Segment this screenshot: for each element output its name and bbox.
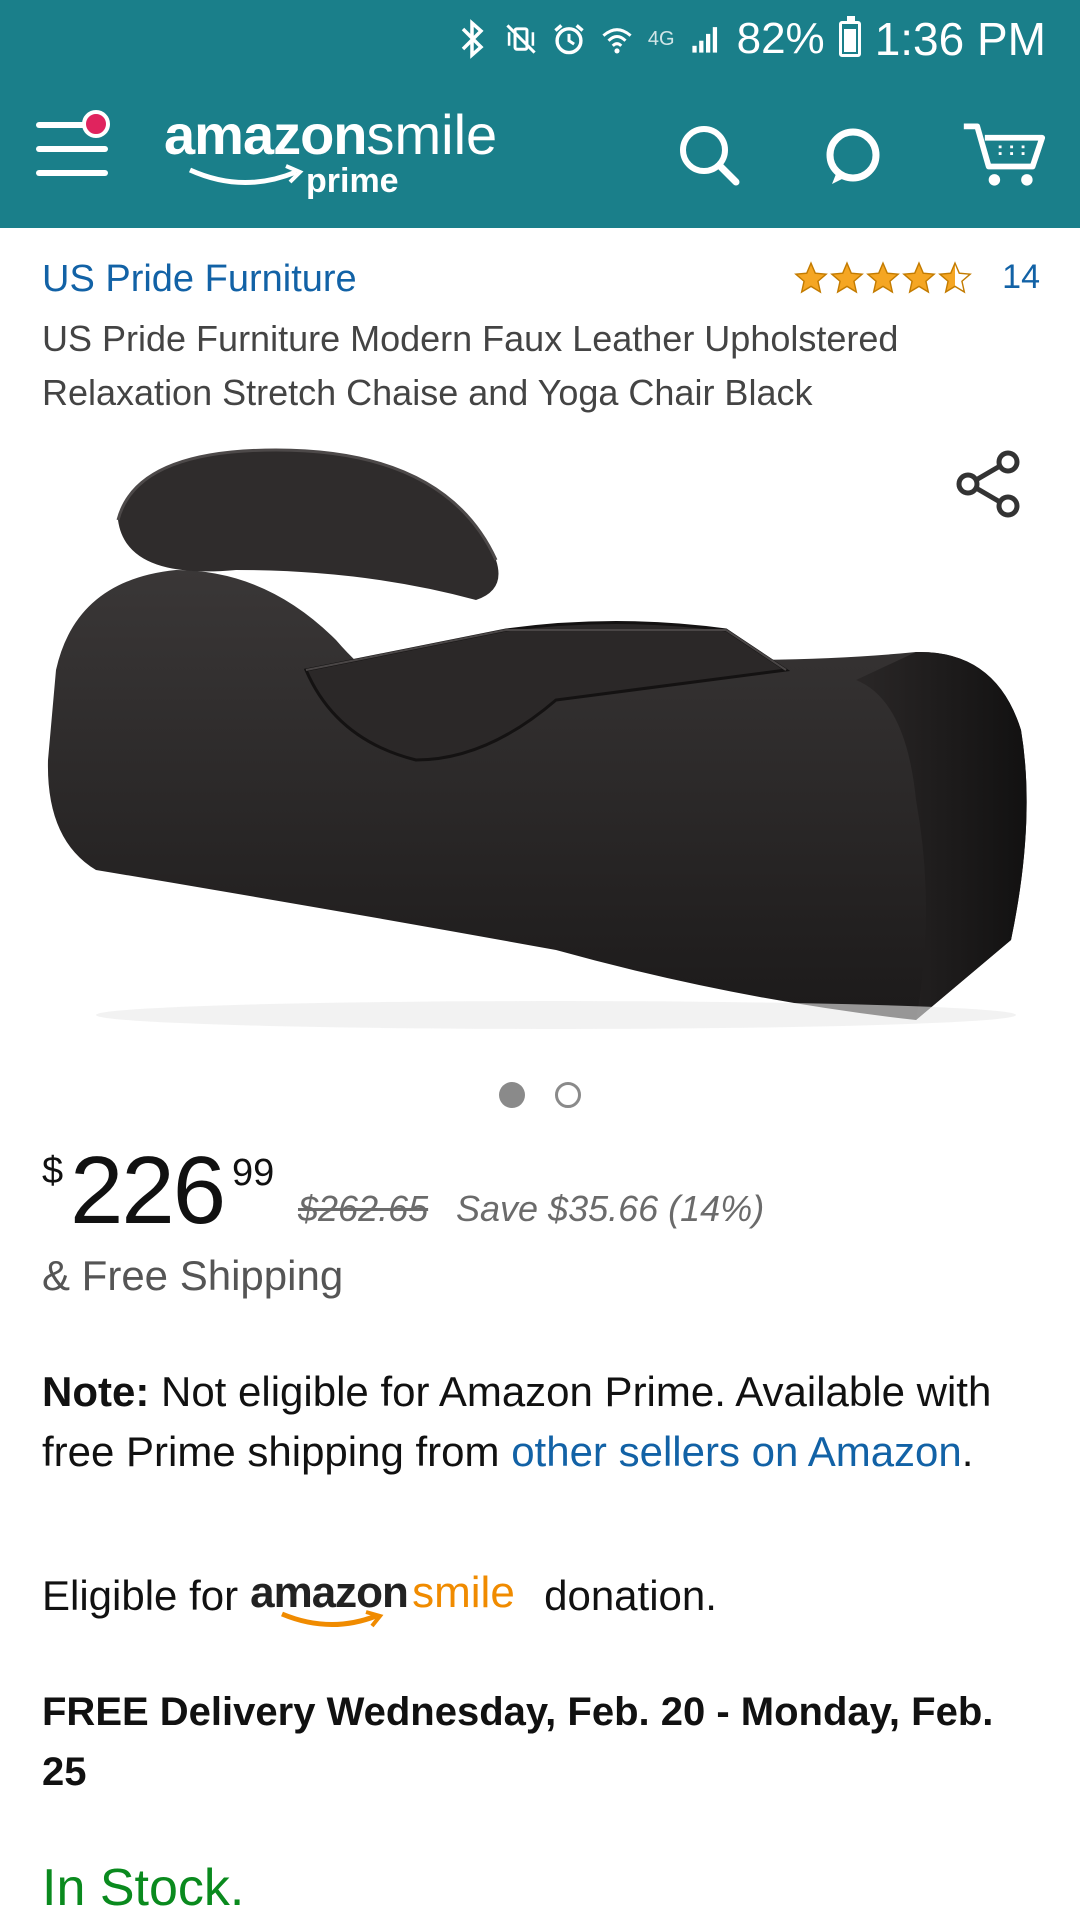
smile-eligibility: Eligible for amazon smile donation.	[42, 1566, 717, 1628]
list-price: $262.65	[298, 1188, 429, 1229]
status-bar: 4G 82% 1:36 PM	[0, 0, 1080, 78]
savings-text: Save $35.66 (14%)	[456, 1188, 765, 1229]
rating-count: 14	[1002, 258, 1040, 296]
star-full-icon	[866, 260, 901, 293]
price-cents: 99	[232, 1152, 275, 1194]
nav-bar: amazonsmile prime	[0, 78, 1080, 228]
search-button[interactable]	[666, 112, 752, 198]
cart-icon	[963, 123, 1046, 186]
price-whole: 226	[70, 1137, 226, 1244]
star-full-icon	[794, 260, 829, 293]
smile-suffix: donation.	[544, 1572, 717, 1619]
menu-button[interactable]	[36, 110, 110, 180]
cart-button[interactable]	[960, 112, 1046, 198]
chaise-lounge-image	[47, 448, 1027, 1029]
other-sellers-link[interactable]: other sellers on Amazon	[511, 1428, 962, 1475]
delivery-estimate: FREE Delivery Wednesday, Feb. 20 - Monda…	[42, 1690, 994, 1794]
app-header: 4G 82% 1:36 PM amazonsmile prime	[0, 0, 1080, 228]
prime-note: Note: Not eligible for Amazon Prime. Ava…	[42, 1368, 992, 1475]
carousel-dot-active[interactable]	[499, 1082, 525, 1108]
shipping-text: & Free Shipping	[42, 1252, 344, 1299]
signal-icon	[689, 19, 723, 59]
note-label: Note:	[42, 1368, 150, 1415]
alarm-icon	[552, 19, 586, 59]
star-full-icon	[830, 260, 865, 293]
share-button[interactable]	[954, 448, 1024, 518]
smile-arrow-icon	[188, 164, 304, 185]
share-icon	[956, 450, 1020, 518]
wifi-icon	[600, 19, 634, 59]
star-half-icon	[938, 260, 973, 293]
image-carousel-indicator	[0, 1082, 1080, 1108]
alexa-icon	[826, 128, 880, 184]
bluetooth-icon	[456, 19, 490, 59]
network-type-label: 4G	[647, 27, 675, 50]
currency-symbol: $	[42, 1150, 64, 1192]
vibrate-mute-icon	[504, 19, 538, 59]
product-image[interactable]	[36, 440, 1048, 1040]
product-title: US Pride Furniture Modern Faux Leather U…	[42, 318, 899, 413]
alexa-button[interactable]	[810, 112, 896, 198]
battery-icon	[838, 16, 861, 57]
smile-prefix: Eligible for	[42, 1572, 239, 1619]
smile-arrow-icon	[281, 1610, 384, 1628]
amazon-smile-logo[interactable]: amazonsmile prime	[164, 102, 524, 202]
star-rating	[794, 260, 973, 295]
clock: 1:36 PM	[874, 13, 1046, 65]
stock-status: In Stock.	[42, 1859, 245, 1917]
search-icon	[680, 126, 740, 186]
rating-summary[interactable]: 14	[794, 258, 1040, 297]
notification-dot	[82, 110, 110, 138]
brand-link[interactable]: US Pride Furniture	[42, 258, 357, 301]
carousel-dot[interactable]	[555, 1082, 581, 1108]
amazon-smile-inline-logo: amazon smile	[250, 1566, 532, 1628]
star-full-icon	[902, 260, 937, 293]
battery-percent: 82%	[736, 14, 825, 63]
